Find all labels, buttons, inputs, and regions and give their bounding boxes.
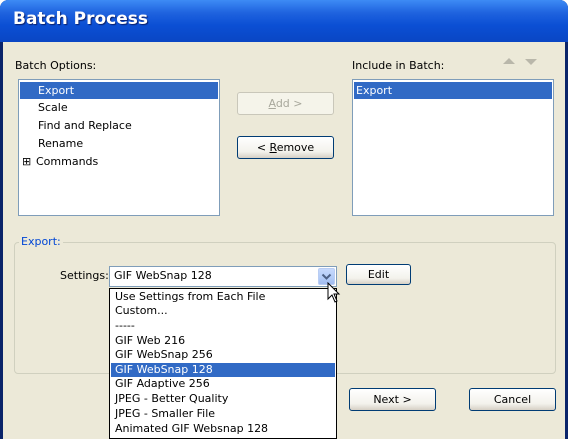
dropdown-option[interactable]: Use Settings from Each File (111, 290, 335, 304)
add-button[interactable]: Add > (237, 92, 334, 115)
settings-value: GIF WebSnap 128 (114, 269, 212, 282)
cancel-button-label: Cancel (493, 393, 532, 406)
add-button-label: dd > (275, 97, 303, 110)
batch-options-list[interactable]: Export Scale Find and Replace Rename ⊞ Co… (18, 79, 220, 216)
settings-combobox[interactable]: GIF WebSnap 128 (109, 266, 337, 287)
list-item-label: Commands (36, 155, 99, 168)
list-item-export[interactable]: Export (354, 82, 552, 99)
list-item-label: Export (356, 84, 393, 97)
include-in-batch-list[interactable]: Export (352, 79, 554, 216)
list-item-rename[interactable]: Rename (20, 135, 218, 152)
batch-process-dialog: Batch Process Batch Options: Export Scal… (0, 0, 568, 439)
move-up-icon[interactable] (503, 58, 515, 64)
dropdown-option[interactable]: JPEG - Smaller File (111, 407, 335, 421)
settings-label: Settings: (60, 269, 109, 282)
mouse-pointer-icon (327, 282, 341, 303)
title-bar[interactable]: Batch Process (0, 0, 568, 42)
list-item-label: Find and Replace (38, 119, 132, 132)
next-button-label: Next > (373, 393, 412, 406)
dropdown-option[interactable]: Custom... (111, 304, 335, 318)
dialog-body: Batch Options: Export Scale Find and Rep… (3, 42, 565, 439)
remove-button-label: emove (276, 141, 315, 154)
dialog-title: Batch Process (13, 9, 149, 29)
dropdown-option[interactable]: GIF Web 216 (111, 334, 335, 348)
list-item-label: Scale (38, 101, 68, 114)
expand-plus-icon[interactable]: ⊞ (22, 153, 36, 170)
cancel-button[interactable]: Cancel (469, 388, 556, 411)
next-button[interactable]: Next > (349, 388, 436, 411)
export-group-title: Export: (19, 235, 63, 248)
dropdown-option[interactable]: Animated GIF Websnap 128 (111, 422, 335, 436)
list-item-label: Export (38, 84, 75, 97)
dropdown-option[interactable]: JPEG - Better Quality (111, 392, 335, 406)
edit-button[interactable]: Edit (346, 264, 411, 285)
edit-button-label: Edit (367, 268, 390, 281)
dropdown-option[interactable]: GIF Adaptive 256 (111, 377, 335, 391)
batch-options-label: Batch Options: (15, 59, 97, 72)
add-button-accel: A (268, 97, 276, 110)
list-item-commands[interactable]: ⊞ Commands (20, 153, 218, 170)
settings-dropdown-list[interactable]: Use Settings from Each File Custom... --… (109, 288, 337, 439)
dropdown-option-separator[interactable]: ----- (111, 319, 335, 333)
list-item-find-and-replace[interactable]: Find and Replace (20, 117, 218, 134)
remove-button[interactable]: < Remove (237, 136, 334, 159)
remove-button-accel: R (269, 141, 277, 154)
list-item-scale[interactable]: Scale (20, 99, 218, 116)
dropdown-option[interactable]: GIF WebSnap 256 (111, 348, 335, 362)
move-down-icon[interactable] (525, 59, 537, 65)
list-item-label: Rename (38, 137, 84, 150)
include-in-batch-label: Include in Batch: (352, 59, 445, 72)
dropdown-option-selected[interactable]: GIF WebSnap 128 (111, 363, 335, 377)
list-item-export[interactable]: Export (20, 82, 218, 99)
